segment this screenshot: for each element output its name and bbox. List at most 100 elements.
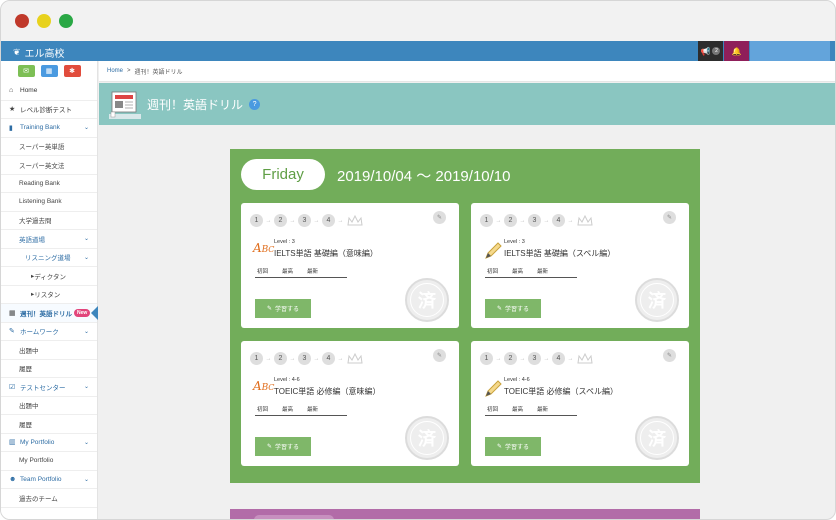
pencil-icon: ✎ [266,306,272,312]
study-button-label: 学習する [275,307,300,313]
arrow-right-icon: → [337,217,344,224]
sidebar-item-label: 週刊！英語ドリル [20,310,72,318]
arrow-right-icon: → [495,355,502,362]
arrow-right-icon: → [567,355,574,362]
notification-button[interactable]: 🔔 [724,41,749,61]
sidebar-item-test-history[interactable]: 履歴 [1,415,97,434]
pin-icon[interactable]: ✎ [433,211,446,224]
study-button[interactable]: ✎ 学習する [255,437,311,456]
sidebar-item-reading-bank[interactable]: Reading Bank [1,175,97,193]
gear-icon: ✱ [69,68,75,75]
sidebar-item-test-active[interactable]: 出題中 [1,397,97,415]
sidebar-item-listening-dojo[interactable]: リスニング道場 ⌄ [1,249,97,267]
score-best-label: 最高 [512,407,524,413]
arrow-right-icon: → [567,217,574,224]
brand[interactable]: ❦ エル高校 [13,45,65,60]
drill-card: 1 → 2 → 3 → 4 → ✎ ABC Level : 4-6 TOEIC単語 必修… [241,341,459,466]
step-1: 1 [480,352,493,365]
pencil-icon [485,242,502,259]
notice-button[interactable]: 📢 2 [698,41,723,61]
pin-icon[interactable]: ✎ [663,211,676,224]
pin-icon[interactable]: ✎ [663,349,676,362]
app-window: ❦ エル高校 📢 2 🔔 ✉ ▦ ✱ ⌂ Home ★ レベル診断テスト ▮ Trai… [0,0,836,520]
score-first-label: 初回 [487,407,499,413]
sidebar-item-my-portfolio[interactable]: ▥ My Portfolio ⌄ [1,434,97,452]
card-level: Level : 3 [274,239,295,245]
crown-icon [347,214,363,225]
sidebar-item-super-vocab[interactable]: スーパー英単語 [1,138,97,156]
sidebar-item-test-center[interactable]: ☑ テストセンター ⌄ [1,378,97,397]
page-header: 週刊！英語ドリル ? [99,83,835,125]
sidebar-item-home[interactable]: ⌂ Home [1,82,97,101]
sidebar-item-english-dojo[interactable]: 英語道場 ⌄ [1,230,97,249]
chevron-down-icon: ⌄ [83,254,89,261]
sidebar-item-homework[interactable]: ✎ ホームワーク ⌄ [1,323,97,341]
crown-icon [577,214,593,225]
settings-shortcut-button[interactable]: ✱ [63,65,81,77]
page-title: 週刊！英語ドリル [147,97,244,112]
pencil-icon [485,380,502,397]
step-2: 2 [274,214,287,227]
maximize-window-button[interactable] [59,14,73,28]
sidebar-item-team-portfolio[interactable]: ☻ Team Portfolio ⌄ [1,471,97,489]
completed-seal: 済 [635,278,679,322]
sidebar-item-level-test[interactable]: ★ レベル診断テスト [1,101,97,119]
step-2: 2 [504,352,517,365]
user-menu[interactable] [750,41,830,61]
seal-text: 済 [640,421,674,455]
sidebar-item-homework-active[interactable]: 出題中 [1,341,97,360]
study-button[interactable]: ✎ 学習する [255,299,311,318]
sidebar-item-my-portfolio-sub[interactable]: My Portfolio [1,452,97,471]
pin-icon[interactable]: ✎ [433,349,446,362]
sidebar-item-homework-history[interactable]: 履歴 [1,360,97,378]
help-icon[interactable]: ? [249,98,261,110]
sidebar-item-label: Team Portfolio [20,475,62,483]
sidebar-item-weekly-drill[interactable]: ▦ 週刊！英語ドリル New [1,304,98,323]
sidebar-item-label: Reading Bank [19,179,60,187]
sidebar-item-label: リスニング道場 [25,255,71,263]
sidebar-item-dictan[interactable]: ▸ ディクタン [1,267,97,286]
score-best-label: 最高 [282,269,294,275]
arrow-right-icon: → [519,217,526,224]
notice-count: 2 [712,47,721,55]
study-button[interactable]: ✎ 学習する [485,437,541,456]
score-first-label: 初回 [257,407,269,413]
progress-steps: 1 → 2 → 3 → 4 → [250,352,363,365]
arrow-right-icon: → [265,355,272,362]
megaphone-shortcut-button[interactable]: ✉ [17,65,35,77]
sidebar-item-label: ホームワーク [20,329,59,337]
sidebar-item-past-teams[interactable]: 過去のチーム [1,489,97,508]
seal-text: 済 [640,283,674,317]
step-1: 1 [250,214,263,227]
card-title: TOEIC単語 必修編（スペル編） [504,387,618,396]
sidebar-item-super-grammar[interactable]: スーパー英文法 [1,156,97,175]
seal-text: 済 [410,421,444,455]
score-best-label: 最高 [282,407,294,413]
sidebar-item-listan[interactable]: ▸ リスタン [1,286,97,304]
calendar-shortcut-button[interactable]: ▦ [40,65,58,77]
arrow-right-icon: → [265,217,272,224]
card-title: IELTS単語 基礎編（意味編） [274,249,378,258]
newspaper-icon [109,91,141,119]
pencil-icon: ✎ [496,306,502,312]
drill-card: 1 → 2 → 3 → 4 → ✎ ABC Level : 3 IELTS単語 基礎編（… [241,203,459,328]
sidebar-item-label: テストセンター [20,384,66,392]
star-icon: ★ [9,106,16,114]
sidebar-item-listening-bank[interactable]: Listening Bank [1,193,97,212]
checkbox-icon: ☑ [9,383,16,391]
abc-icon: ABC [253,379,275,393]
calendar-icon: ▦ [45,68,53,75]
score-first-label: 初回 [487,269,499,275]
minimize-window-button[interactable] [37,14,51,28]
week-panel: Friday 2019/10/04 〜 2019/10/10 1 → 2 → 3 → … [230,149,700,483]
sidebar-item-training-bank[interactable]: ▮ Training Bank ⌄ [1,119,97,138]
score-labels: 初回 最高 最新 [485,267,577,278]
breadcrumb-current: 週刊！英語ドリル [134,69,183,76]
megaphone-icon: ✉ [23,68,29,75]
step-1: 1 [250,352,263,365]
breadcrumb-home-link[interactable]: Home [107,68,123,74]
study-button[interactable]: ✎ 学習する [485,299,541,318]
chart-icon: ▥ [9,439,16,447]
close-window-button[interactable] [15,14,29,28]
sidebar-item-past-exams[interactable]: 大学過去問 [1,212,97,230]
